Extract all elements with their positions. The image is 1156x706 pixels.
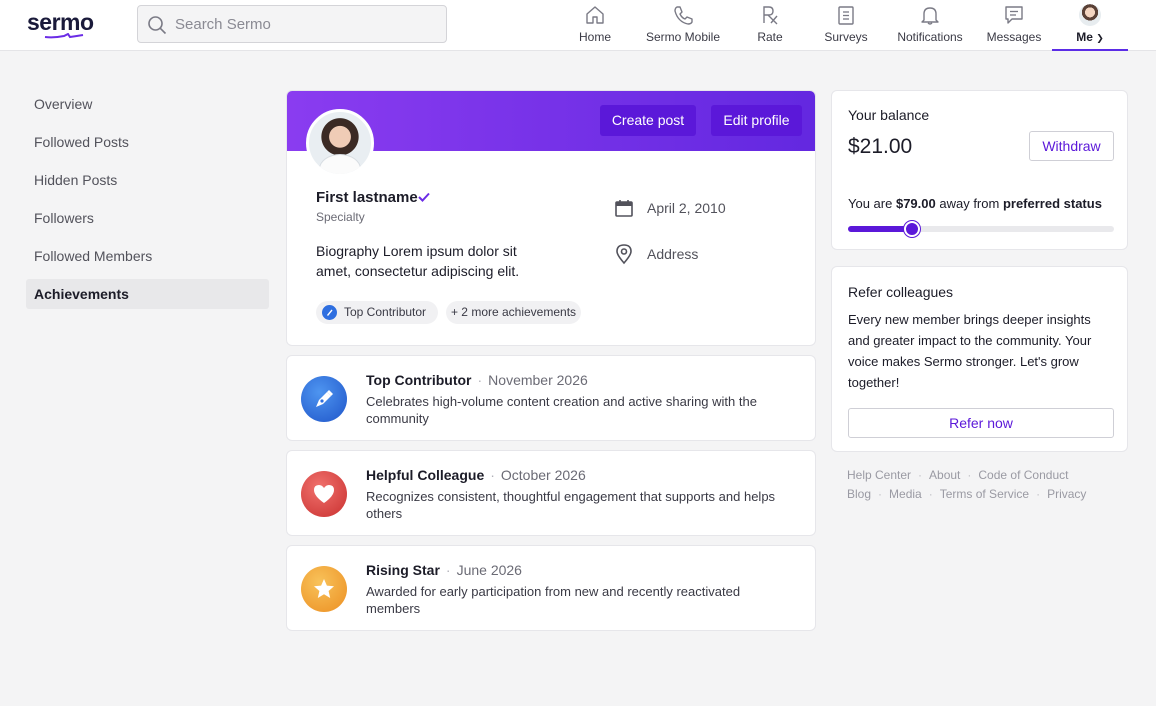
nav-me[interactable]: Me ❯ [1052,0,1128,51]
nav-rate-label: Rate [757,30,783,44]
achievement-card: Top Contributor · November 2026 Celebrates… [286,355,816,441]
nav-messages[interactable]: Messages [984,0,1044,50]
nav-surveys[interactable]: Surveys [818,0,874,50]
profile-date: April 2, 2010 [647,200,726,216]
refer-title: Refer colleagues [848,284,954,300]
status-progress-fill [848,226,912,232]
balance-amount: $21.00 [848,135,913,158]
refer-description: Every new member brings deeper insights … [848,312,1092,390]
sermo-logo[interactable]: sermo [27,9,94,36]
achievement-chip-top-contributor[interactable]: Top Contributor [316,301,438,324]
nav-rate[interactable]: Rate [745,0,795,50]
bell-icon [921,7,939,25]
footer-link-code-of-conduct[interactable]: Code of Conduct [978,468,1068,482]
achievement-heading: Rising Star · June 2026 [366,562,522,578]
profile-biography: Biography Lorem ipsum dolor sit amet, co… [316,243,520,279]
refer-now-button[interactable]: Refer now [848,408,1114,438]
footer-link-privacy[interactable]: Privacy [1047,487,1086,501]
achievement-description: Recognizes consistent, thoughtful engage… [366,489,776,521]
status-progress-knob [903,221,920,237]
achievement-heading: Top Contributor · November 2026 [366,372,588,388]
achievement-description: Awarded for early participation from new… [366,584,741,616]
achievement-badge [301,566,347,612]
nav-messages-label: Messages [986,30,1042,44]
footer-link-media[interactable]: Media [889,487,922,501]
chip-label: Top Contributor [344,305,427,319]
achievement-description: Celebrates high-volume content creation … [366,394,757,426]
create-post-button[interactable]: Create post [600,105,696,136]
chevron-down-icon: ❯ [1096,33,1104,43]
home-icon [586,6,604,24]
sidebar-item-achievements[interactable]: Achievements [26,279,269,309]
nav-notifications-label: Notifications [897,30,963,44]
profile-avatar [306,109,374,177]
footer-link-about[interactable]: About [929,468,960,482]
nav-notifications[interactable]: Notifications [892,0,968,50]
achievement-card: Helpful Colleague · October 2026 Recognize… [286,450,816,536]
profile-name: First lastname [316,189,418,206]
achievement-title: Rising Star [366,562,440,578]
sidebar-item-overview[interactable]: Overview [26,89,269,119]
footer-link-blog[interactable]: Blog [847,487,871,501]
achievement-badge [301,376,347,422]
sidebar-item-followed-posts[interactable]: Followed Posts [26,127,269,157]
footer-links-row-2: Blog · Media · Terms of Service · Privacy [847,487,1087,501]
achievement-heading: Helpful Colleague · October 2026 [366,467,586,483]
footer-links-row-1: Help Center · About · Code of Conduct [847,468,1069,482]
edit-profile-button[interactable]: Edit profile [711,105,802,136]
verified-check-icon [418,192,430,202]
achievement-badge [301,471,347,517]
phone-icon [674,6,693,25]
rx-icon [763,6,778,25]
sidebar-item-hidden-posts[interactable]: Hidden Posts [26,165,269,195]
pen-icon [322,305,337,320]
achievement-date: November 2026 [488,372,588,388]
pen-icon [316,390,333,407]
star-icon [314,579,334,598]
message-icon [1005,6,1023,24]
sidebar-item-followed-members[interactable]: Followed Members [26,241,269,271]
sidebar-item-followers[interactable]: Followers [26,203,269,233]
balance-label: Your balance [848,107,930,123]
nav-home[interactable]: Home [566,0,624,50]
achievement-title: Helpful Colleague [366,467,485,483]
nav-sermo-mobile-label: Sermo Mobile [645,30,721,44]
achievement-date: June 2026 [456,562,522,578]
balance-card: Your balance $21.00 Withdraw You are $79… [831,90,1128,250]
calendar-icon [615,200,633,217]
refer-colleagues-card: Refer colleagues Every new member brings… [831,266,1128,452]
nav-me-label: Me ❯ [1076,30,1104,44]
location-pin-icon [616,244,632,265]
profile-address: Address [647,246,699,262]
user-avatar-small [1079,4,1101,26]
profile-card: Create post Edit profile First lastname … [286,90,816,346]
top-navigation-bar: sermo Home Sermo Mobile Rate Surveys Not… [0,0,1156,51]
search-input[interactable] [175,6,435,42]
withdraw-button[interactable]: Withdraw [1029,131,1114,161]
profile-specialty: Specialty [316,210,365,224]
nav-home-label: Home [578,30,611,44]
status-progress-track [848,221,1114,237]
search-box[interactable] [137,5,447,43]
achievement-card: Rising Star · June 2026 Awarded for early … [286,545,816,631]
achievement-title: Top Contributor [366,372,472,388]
nav-surveys-label: Surveys [824,30,868,44]
preferred-status-message: You are $79.00 away from preferred statu… [848,196,1102,211]
achievement-date: October 2026 [500,467,586,483]
search-icon [148,16,167,35]
heart-icon [314,485,334,503]
more-achievements-chip[interactable]: + 2 more achievements [446,301,581,324]
clipboard-icon [838,6,854,25]
footer-link-terms[interactable]: Terms of Service [940,487,1029,501]
footer-link-help-center[interactable]: Help Center [847,468,911,482]
logo-swoosh-icon [44,33,84,39]
nav-sermo-mobile[interactable]: Sermo Mobile [640,0,726,50]
